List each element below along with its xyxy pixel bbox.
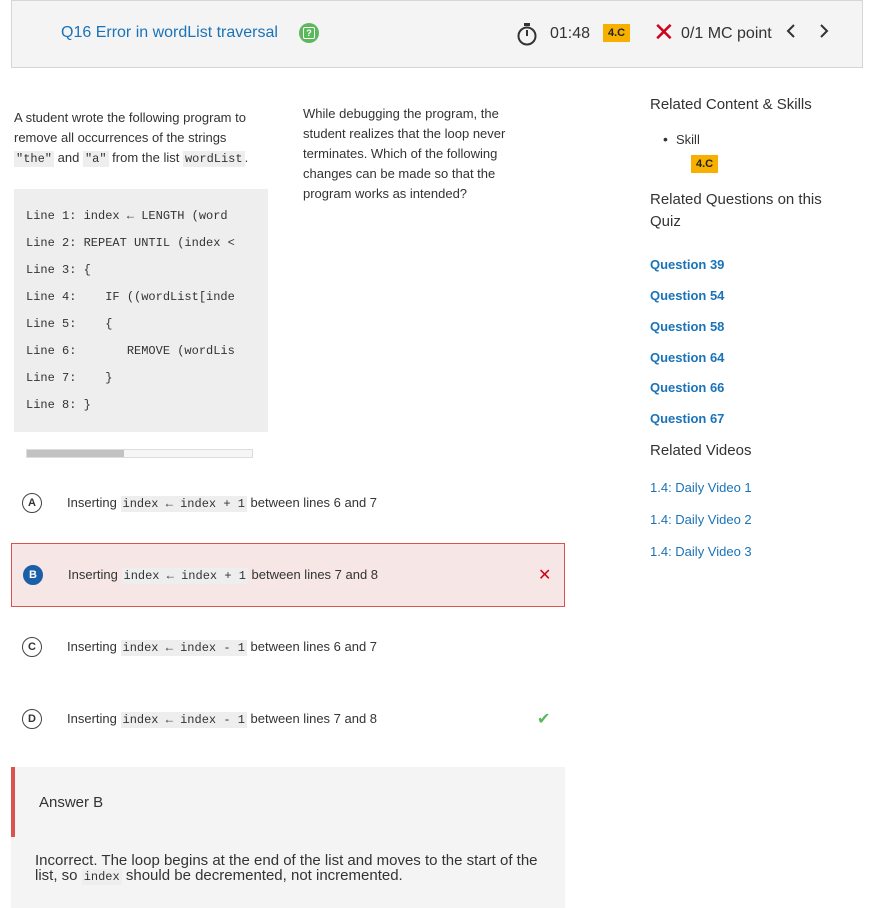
timer-readout: 01:48 xyxy=(550,25,591,42)
related-question-link[interactable]: Question 64 xyxy=(650,350,724,365)
related-question-link[interactable]: Question 39 xyxy=(650,257,724,272)
code-line: Line 6: REMOVE (wordLis xyxy=(26,344,235,358)
option-letter-a: A xyxy=(22,493,42,513)
related-questions-heading: Related Questions on this Quiz xyxy=(650,191,822,230)
incorrect-icon: ✕ xyxy=(653,17,675,47)
code-line: Line 7: } xyxy=(26,371,113,385)
related-video-link[interactable]: 1.4: Daily Video 3 xyxy=(650,544,752,559)
skill-label: Skill xyxy=(663,131,700,147)
stopwatch-icon xyxy=(517,23,537,46)
related-question-link[interactable]: Question 66 xyxy=(650,380,724,395)
code-line: Line 2: REPEAT UNTIL (index < xyxy=(26,236,235,250)
option-d[interactable]: D Inserting index ← index - 1 between li… xyxy=(11,687,565,751)
related-question-link[interactable]: Question 58 xyxy=(650,319,724,334)
option-c[interactable]: C Inserting index ← index - 1 between li… xyxy=(11,615,565,679)
stimulus-text: A student wrote the following program to… xyxy=(14,110,249,167)
option-letter-d: D xyxy=(22,709,42,729)
answer-status-bar xyxy=(11,767,15,837)
code-line: Line 1: index ← LENGTH (word xyxy=(26,209,228,223)
answer-explanation: Answer B Incorrect. The loop begins at t… xyxy=(11,767,565,908)
question-title: Q16 Error in wordList traversal xyxy=(61,24,278,41)
chevron-left-icon xyxy=(786,24,795,38)
question-prompt: While debugging the program, the student… xyxy=(303,106,506,201)
option-a[interactable]: A Inserting index ← index + 1 between li… xyxy=(11,471,565,535)
related-video-link[interactable]: 1.4: Daily Video 2 xyxy=(650,512,752,527)
skill-badge: 4.C xyxy=(603,24,631,42)
related-question-link[interactable]: Question 67 xyxy=(650,411,724,426)
code-line: Line 4: IF ((wordList[inde xyxy=(26,290,235,304)
option-text: Inserting index ← index + 1 between line… xyxy=(67,495,378,512)
help-icon[interactable]: ? xyxy=(299,23,319,43)
previous-question-button[interactable] xyxy=(785,22,797,45)
option-text: Inserting index ← index - 1 between line… xyxy=(67,711,378,728)
related-video-link[interactable]: 1.4: Daily Video 1 xyxy=(650,480,752,495)
related-question-link[interactable]: Question 54 xyxy=(650,288,724,303)
next-question-button[interactable] xyxy=(818,22,830,45)
score-text: 0/1 MC point xyxy=(681,25,772,42)
code-block[interactable]: Line 1: index ← LENGTH (word Line 2: REP… xyxy=(14,189,268,432)
related-videos-heading: Related Videos xyxy=(650,442,752,459)
chevron-right-icon xyxy=(820,24,829,38)
related-content-heading: Related Content & Skills xyxy=(650,96,812,113)
code-line: Line 5: { xyxy=(26,317,113,331)
option-letter-c: C xyxy=(22,637,42,657)
code-line: Line 8: } xyxy=(26,398,91,412)
option-text: Inserting index ← index - 1 between line… xyxy=(67,639,378,656)
option-letter-b: B xyxy=(23,565,43,585)
answer-explanation-text: Incorrect. The loop begins at the end of… xyxy=(35,852,538,885)
code-horizontal-scrollbar[interactable] xyxy=(26,449,253,458)
option-b[interactable]: B Inserting index ← index + 1 between li… xyxy=(11,543,565,607)
answer-label: Answer B xyxy=(39,794,104,811)
sidebar-skill-badge[interactable]: 4.C xyxy=(691,155,719,173)
option-text: Inserting index ← index + 1 between line… xyxy=(68,567,379,584)
code-line: Line 3: { xyxy=(26,263,91,277)
question-header: Q16 Error in wordList traversal ? 01:48 … xyxy=(11,0,863,68)
incorrect-x-icon: ✕ xyxy=(538,567,552,584)
correct-check-icon: ✔ xyxy=(537,711,551,728)
scrollbar-thumb[interactable] xyxy=(27,450,124,457)
